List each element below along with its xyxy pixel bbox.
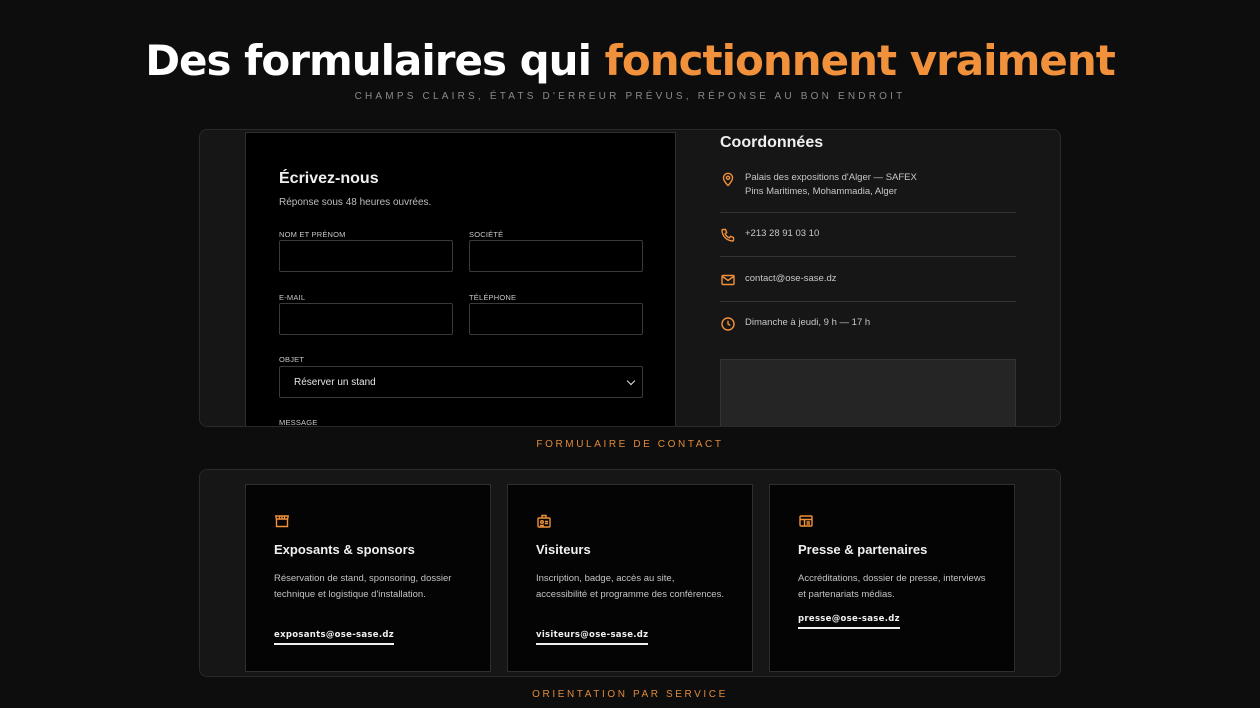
service-title: Visiteurs <box>536 542 591 557</box>
service-title: Exposants & sponsors <box>274 542 415 557</box>
phone-icon <box>721 228 735 242</box>
hours-text: Dimanche à jeudi, 9 h — 17 h <box>745 317 871 328</box>
service-title: Presse & partenaires <box>798 542 928 557</box>
newspaper-icon <box>799 515 813 527</box>
name-label: NOM ET PRÉNOM <box>279 230 346 239</box>
service-card-exhibitors: Exposants & sponsors Réservation de stan… <box>245 484 491 672</box>
badge-icon <box>537 514 551 528</box>
mail-icon <box>721 274 735 286</box>
page-subtitle: CHAMPS CLAIRS, ÉTATS D'ERREUR PRÉVUS, RÉ… <box>354 91 906 102</box>
service-description: Réservation de stand, sponsoring, dossie… <box>274 573 452 600</box>
coordinates-title: Coordonnées <box>720 134 824 151</box>
title-accent: fonctionnent vraiment <box>604 36 1116 85</box>
service-email-link[interactable]: visiteurs@ose-sase.dz <box>536 630 649 645</box>
address-line-1: Palais des expositions d'Alger — SAFEX <box>745 172 917 183</box>
service-email-link[interactable]: presse@ose-sase.dz <box>798 614 900 629</box>
page-title: Des formulaires qui fonctionnent vraimen… <box>0 36 1260 85</box>
phone-text[interactable]: +213 28 91 03 10 <box>745 227 819 241</box>
phone-input[interactable] <box>469 303 643 335</box>
contact-form: Écrivez-nous Réponse sous 48 heures ouvr… <box>245 132 676 427</box>
chevron-down-icon <box>626 376 636 385</box>
company-input[interactable] <box>469 240 643 272</box>
message-label: MESSAGE <box>279 418 318 427</box>
subject-label: OBJET <box>279 355 305 364</box>
service-email-link[interactable]: exposants@ose-sase.dz <box>274 630 395 645</box>
service-description: Accréditations, dossier de presse, inter… <box>798 573 986 600</box>
subject-selected-value: Réserver un stand <box>294 376 376 388</box>
contact-preview-frame: Écrivez-nous Réponse sous 48 heures ouvr… <box>199 129 1061 427</box>
email-text[interactable]: contact@ose-sase.dz <box>745 272 837 286</box>
form-subtitle: Réponse sous 48 heures ouvrées. <box>279 197 432 208</box>
address-row: Palais des expositions d'Alger — SAFEX P… <box>720 171 1016 213</box>
email-label: E-MAIL <box>279 293 306 302</box>
map-placeholder[interactable] <box>720 359 1016 426</box>
company-label: SOCIÉTÉ <box>469 230 504 239</box>
address-line-2: Pins Maritimes, Mohammadia, Alger <box>745 186 898 197</box>
hours-row: Dimanche à jeudi, 9 h — 17 h <box>720 316 1016 346</box>
phone-row: +213 28 91 03 10 <box>720 227 1016 257</box>
name-input[interactable] <box>279 240 453 272</box>
store-icon <box>274 515 290 528</box>
contact-caption: FORMULAIRE DE CONTACT <box>536 439 724 450</box>
subject-select[interactable]: Réserver un stand <box>279 366 643 398</box>
email-input[interactable] <box>279 303 453 335</box>
service-card-press: Presse & partenaires Accréditations, dos… <box>769 484 1015 672</box>
phone-label: TÉLÉPHONE <box>469 293 517 302</box>
form-title: Écrivez-nous <box>279 170 379 187</box>
email-row: contact@ose-sase.dz <box>720 272 1016 302</box>
service-description: Inscription, badge, accès au site, acces… <box>536 573 724 600</box>
services-caption: ORIENTATION PAR SERVICE <box>532 689 728 700</box>
services-preview-frame: Exposants & sponsors Réservation de stan… <box>199 469 1061 677</box>
service-card-visitors: Visiteurs Inscription, badge, accès au s… <box>507 484 753 672</box>
title-main: Des formulaires qui <box>145 36 605 85</box>
clock-icon <box>721 317 735 331</box>
map-pin-icon <box>722 172 734 187</box>
